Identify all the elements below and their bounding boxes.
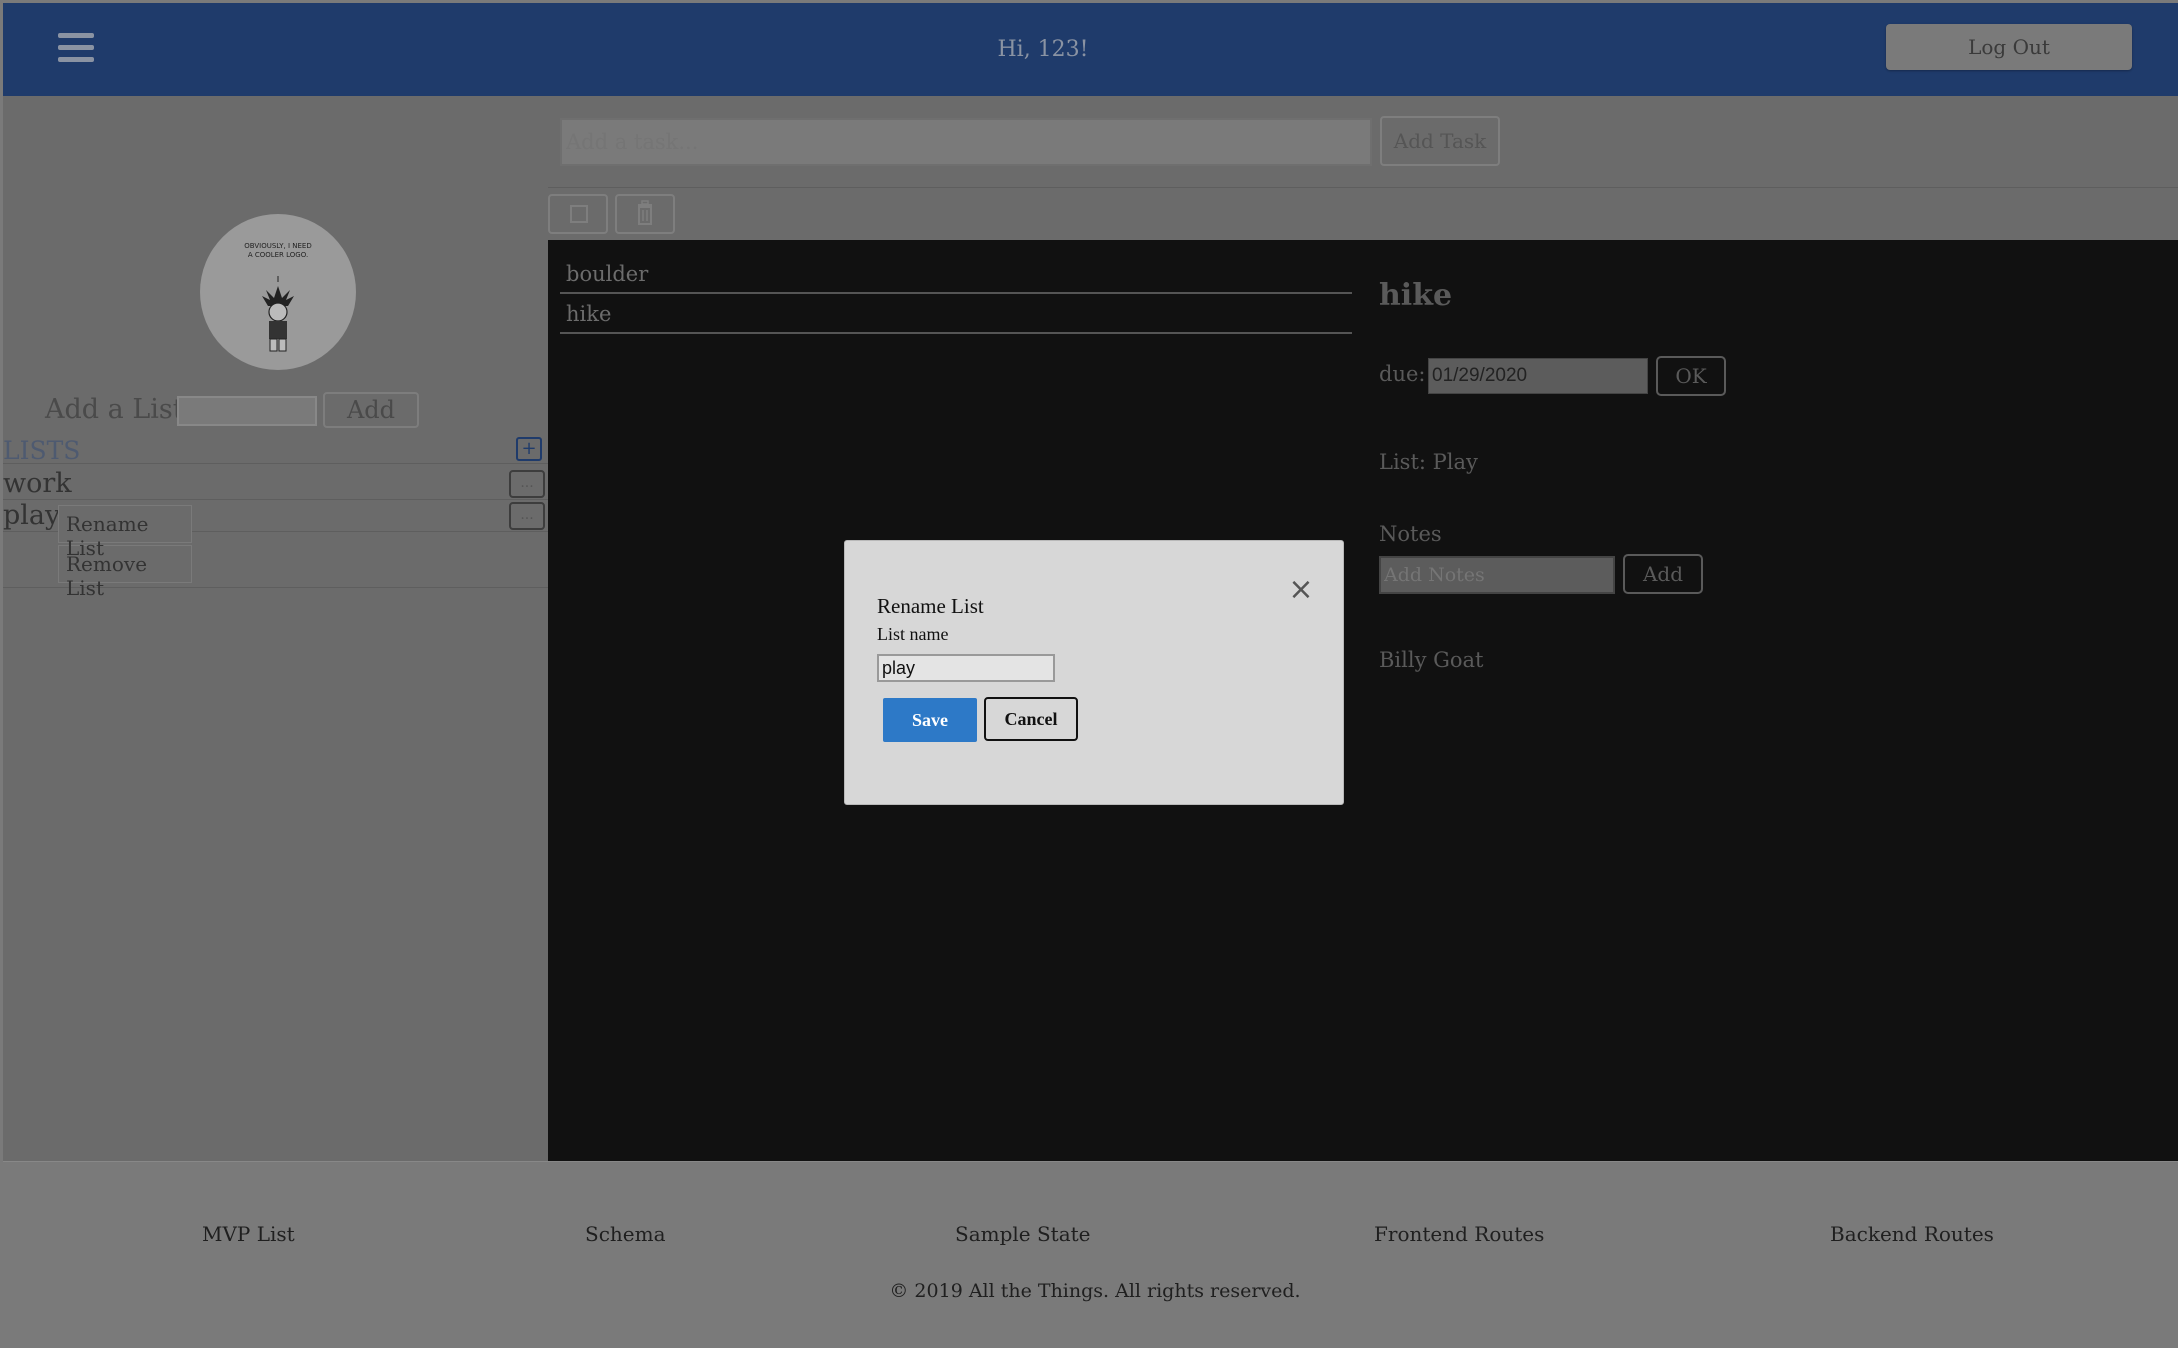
- task-item[interactable]: boulder: [560, 254, 1352, 294]
- cancel-button[interactable]: Cancel: [984, 697, 1078, 741]
- close-icon[interactable]: ×: [1287, 575, 1315, 605]
- task-note-text: Billy Goat: [1379, 648, 1484, 672]
- task-entry-bar: Add Task: [548, 96, 2178, 188]
- list-options-button[interactable]: ...: [509, 502, 545, 530]
- save-button[interactable]: Save: [883, 698, 977, 742]
- sidebar: OBVIOUSLY, I NEED A COOLER LOGO. Add a L…: [3, 96, 548, 1161]
- list-item-work[interactable]: work ...: [3, 468, 548, 500]
- add-list-button[interactable]: Add: [323, 392, 419, 428]
- notes-input[interactable]: [1379, 556, 1615, 594]
- list-item-label: work: [3, 468, 72, 499]
- footer-link-backend-routes[interactable]: Backend Routes: [1830, 1222, 1994, 1246]
- logout-button[interactable]: Log Out: [1886, 24, 2132, 70]
- notes-label: Notes: [1379, 522, 1442, 546]
- task-toolbar: [548, 188, 2178, 240]
- list-name-label: List name: [877, 624, 949, 644]
- task-list-label: List: Play: [1379, 450, 1478, 474]
- add-task-input[interactable]: [560, 118, 1372, 166]
- svg-text:OBVIOUSLY, I NEED: OBVIOUSLY, I NEED: [244, 242, 311, 250]
- add-task-button[interactable]: Add Task: [1380, 116, 1500, 166]
- due-ok-button[interactable]: OK: [1656, 356, 1726, 396]
- footer-link-schema[interactable]: Schema: [585, 1222, 666, 1246]
- list-options-button[interactable]: ...: [509, 470, 545, 498]
- notes-add-button[interactable]: Add: [1623, 554, 1703, 594]
- list-context-menu: Rename List Remove List: [58, 505, 192, 600]
- list-name-input[interactable]: [877, 654, 1055, 682]
- footer-link-frontend-routes[interactable]: Frontend Routes: [1374, 1222, 1544, 1246]
- due-date-input[interactable]: [1428, 358, 1648, 394]
- trash-icon[interactable]: [615, 194, 675, 234]
- logo-icon: OBVIOUSLY, I NEED A COOLER LOGO.: [200, 214, 356, 370]
- list-item-label: play: [3, 500, 61, 531]
- footer-link-mvp-list[interactable]: MVP List: [202, 1222, 295, 1246]
- add-list-label: Add a List: [45, 394, 184, 425]
- rename-list-modal: × Rename List List name Save Cancel: [844, 540, 1344, 805]
- svg-text:A COOLER LOGO.: A COOLER LOGO.: [248, 251, 308, 259]
- hamburger-menu-icon[interactable]: [58, 33, 94, 65]
- add-list-plus-icon[interactable]: +: [516, 437, 542, 461]
- footer-link-sample-state[interactable]: Sample State: [955, 1222, 1091, 1246]
- copyright-text: © 2019 All the Things. All rights reserv…: [889, 1280, 1301, 1302]
- rename-list-menu-item[interactable]: Rename List: [58, 505, 192, 560]
- app-header: Hi, 123! Log Out: [3, 3, 2178, 96]
- task-detail-title: hike: [1379, 278, 1453, 313]
- task-workarea: boulder hike hike due: OK List: Play Not…: [548, 240, 2178, 1161]
- select-all-checkbox-icon[interactable]: [548, 194, 608, 234]
- task-item[interactable]: hike: [560, 294, 1352, 334]
- lists-header: LISTS +: [3, 436, 548, 465]
- lists-title: LISTS: [3, 436, 81, 465]
- modal-title: Rename List: [877, 594, 984, 618]
- footer: MVP List Schema Sample State Frontend Ro…: [3, 1161, 2178, 1348]
- greeting-text: Hi, 123!: [997, 37, 1089, 62]
- add-list-input[interactable]: [177, 396, 317, 426]
- due-label: due:: [1379, 362, 1426, 386]
